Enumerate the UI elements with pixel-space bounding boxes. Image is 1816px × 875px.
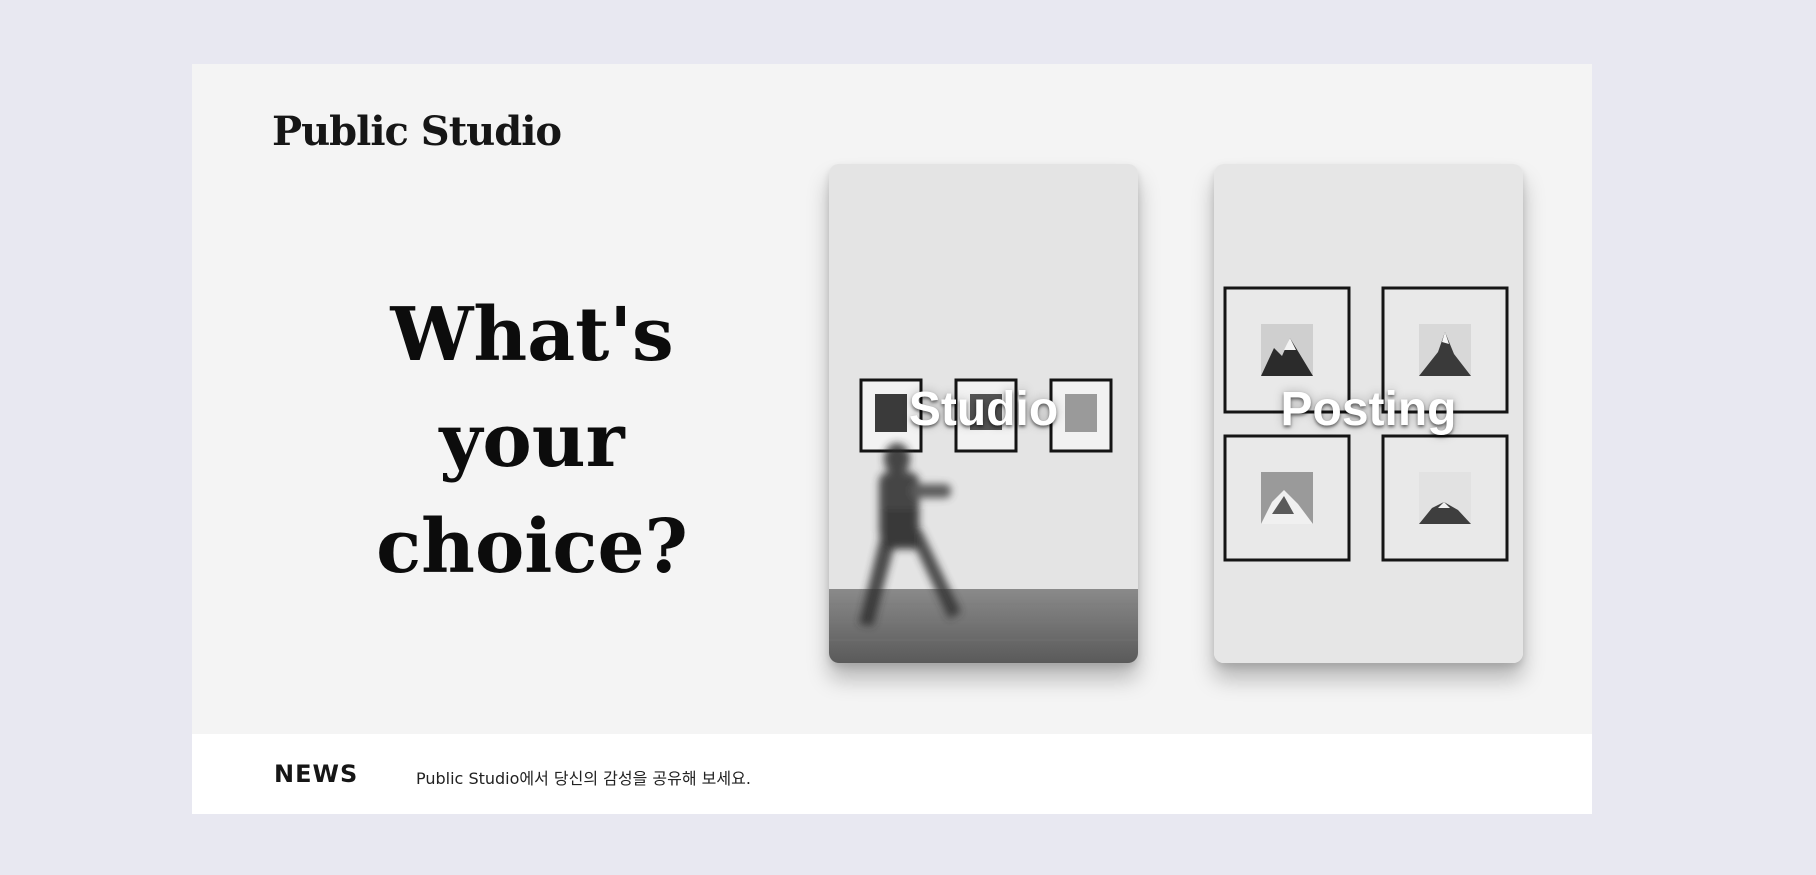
headline-line-3: choice?	[376, 504, 688, 590]
headline-line-2: your	[439, 398, 625, 484]
news-bar: NEWS Public Studio에서 당신의 감성을 공유해 보세요.	[192, 734, 1592, 814]
news-title: NEWS	[274, 760, 359, 788]
studio-card[interactable]: Studio	[829, 164, 1138, 663]
headline-line-1: What's	[390, 292, 674, 378]
posting-card-label[interactable]: Posting	[1214, 382, 1523, 437]
news-text[interactable]: Public Studio에서 당신의 감성을 공유해 보세요.	[416, 765, 751, 789]
posting-card[interactable]: Posting	[1214, 164, 1523, 663]
hero-headline: What's your choice?	[342, 282, 722, 600]
brand-logo[interactable]: Public Studio	[272, 108, 562, 155]
main-frame: Public Studio What's your choice? Studio…	[192, 64, 1592, 814]
studio-card-label[interactable]: Studio	[829, 382, 1138, 437]
